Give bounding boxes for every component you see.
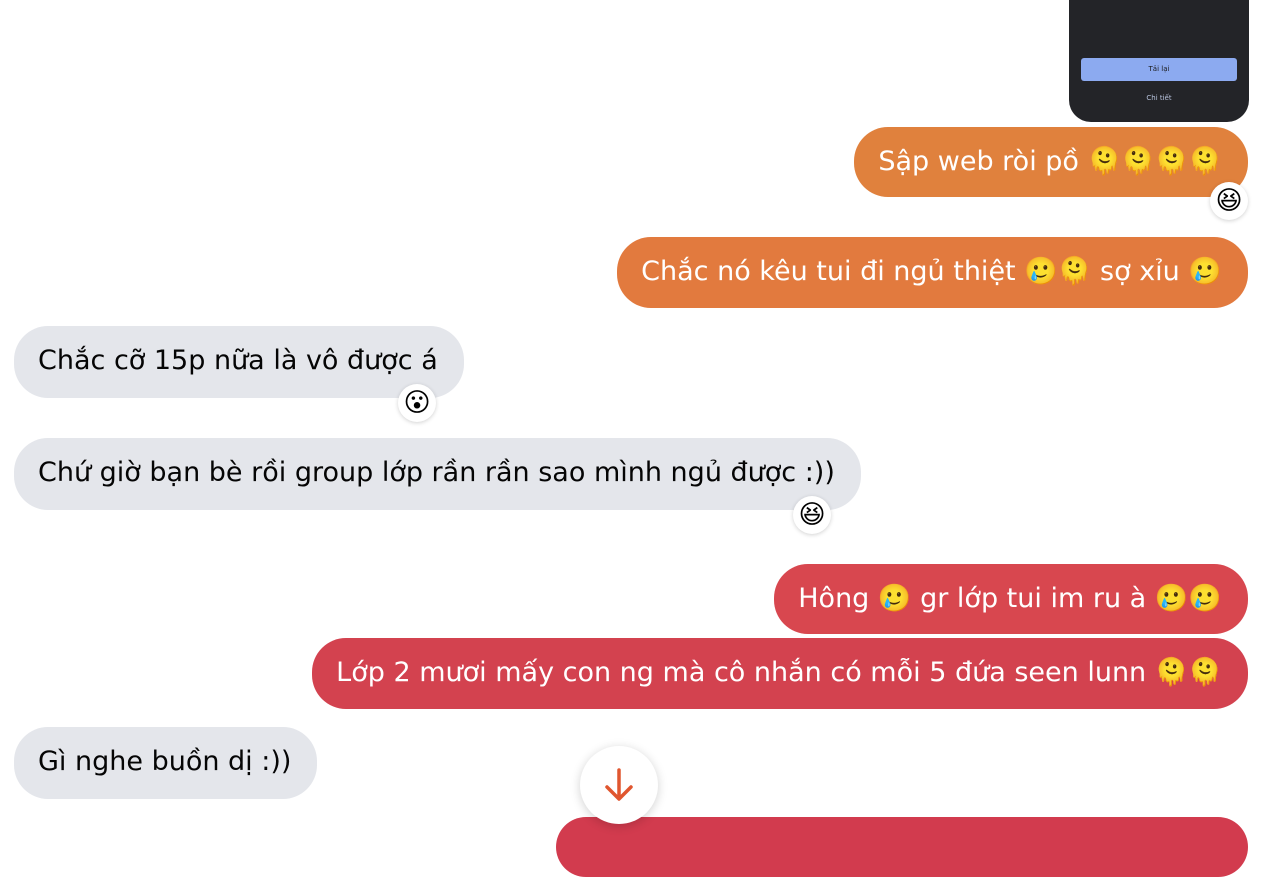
scroll-to-bottom-button[interactable] — [580, 746, 658, 824]
message-bubble-outgoing[interactable]: Hông 🥲 gr lớp tui im ru à 🥲🥲 — [774, 564, 1248, 634]
message-text: Gì nghe buồn dị :)) — [38, 746, 292, 777]
message-text: Sập web ròi pồ 🫠🫠🫠🫠 — [878, 146, 1222, 177]
message-text: Chứ giờ bạn bè rồi group lớp rần rần sao… — [38, 457, 835, 488]
message-bubble-outgoing[interactable]: Sập web ròi pồ 🫠🫠🫠🫠 — [854, 127, 1248, 197]
shared-link-card: Tải lại Chi tiết — [1069, 0, 1249, 122]
message-bubble-incoming[interactable]: Chứ giờ bạn bè rồi group lớp rần rần sao… — [14, 438, 861, 510]
reaction-laughing-icon[interactable]: 😆 — [1210, 182, 1248, 220]
reload-button[interactable]: Tải lại — [1081, 58, 1237, 81]
message-bubble-outgoing[interactable]: Lớp 2 mươi mấy con ng mà cô nhắn có mỗi … — [312, 638, 1248, 709]
reaction-laughing-icon[interactable]: 😆 — [793, 496, 831, 534]
reaction-surprised-icon[interactable]: 😮 — [398, 384, 436, 422]
message-text: Lớp 2 mươi mấy con ng mà cô nhắn có mỗi … — [336, 657, 1222, 688]
message-bubble-incoming[interactable]: Chắc cỡ 15p nữa là vô được á — [14, 326, 464, 398]
message-bubble-outgoing-partial[interactable] — [556, 817, 1248, 877]
message-text: Chắc cỡ 15p nữa là vô được á — [38, 345, 438, 376]
message-bubble-outgoing[interactable]: Chắc nó kêu tui đi ngủ thiệt 🥲🫠 sợ xỉu 🥲 — [617, 237, 1248, 308]
arrow-down-icon — [605, 768, 633, 801]
message-text: Chắc nó kêu tui đi ngủ thiệt 🥲🫠 sợ xỉu 🥲 — [641, 256, 1222, 287]
message-bubble-incoming[interactable]: Gì nghe buồn dị :)) — [14, 727, 318, 799]
details-link[interactable]: Chi tiết — [1069, 94, 1249, 102]
message-text: Hông 🥲 gr lớp tui im ru à 🥲🥲 — [798, 583, 1222, 614]
